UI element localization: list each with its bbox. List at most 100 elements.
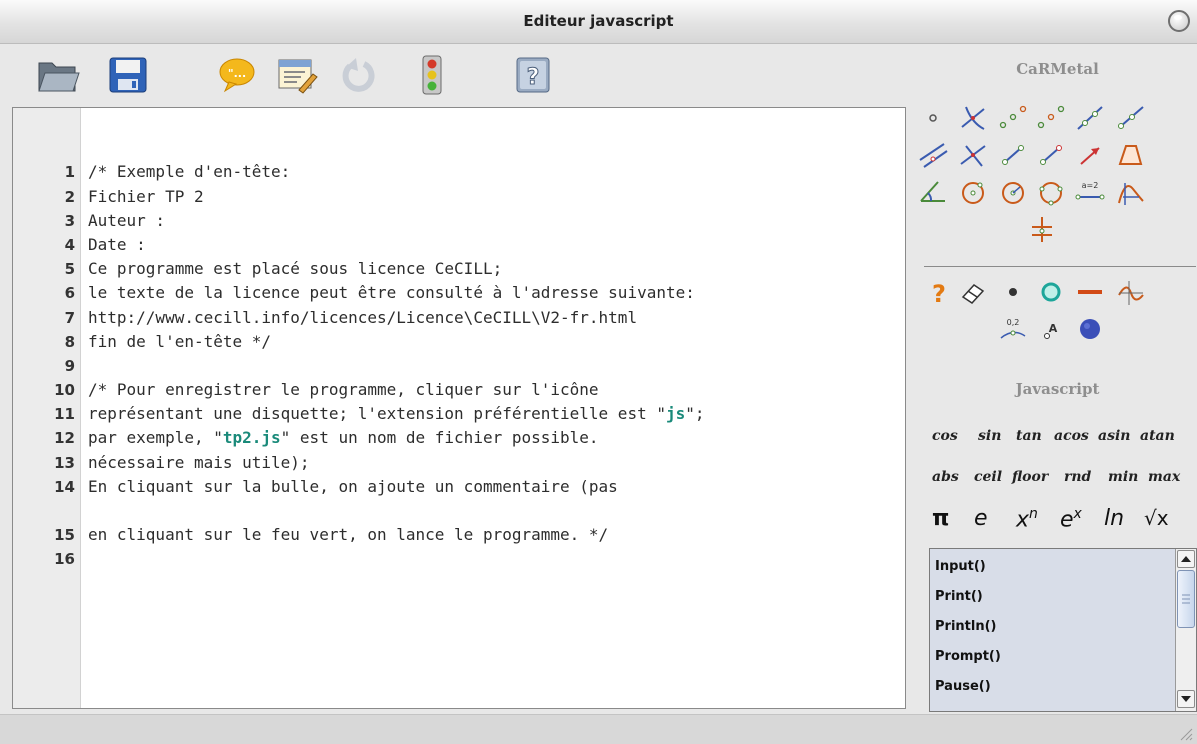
scroll-up-button[interactable]: [1177, 550, 1195, 568]
fn-abs[interactable]: abs: [932, 469, 959, 485]
symbol-e[interactable]: e: [974, 506, 988, 531]
code-line: 13: [13, 402, 905, 472]
parallel-tool-icon[interactable]: [918, 140, 948, 170]
symbol-pi[interactable]: π: [932, 506, 949, 531]
fn-rnd[interactable]: rnd: [1064, 469, 1091, 485]
editor-window-icon[interactable]: [275, 54, 319, 96]
fn-asin[interactable]: asin: [1098, 428, 1130, 444]
line-number: 16: [54, 550, 75, 569]
axis-tool-icon[interactable]: [1027, 214, 1057, 244]
symbol-exp[interactable]: ex: [1060, 506, 1082, 532]
code-line: 6 le texte de la licence peut être consu…: [13, 233, 905, 302]
symbol-ln[interactable]: ln: [1104, 506, 1124, 531]
code-line: 8 fin de l'en-tête */: [13, 281, 905, 351]
undo-arrow-icon[interactable]: [336, 54, 380, 96]
open-folder-icon[interactable]: [36, 54, 80, 96]
fn-tan[interactable]: tan: [1016, 428, 1042, 444]
code-line-text: en cliquant sur le feu vert, on lance le…: [88, 525, 609, 545]
point-style-icon[interactable]: [998, 277, 1028, 307]
fixed-segment-tool-icon[interactable]: [1036, 140, 1066, 170]
power-base: x: [1016, 507, 1030, 533]
line-style-icon[interactable]: [1075, 277, 1105, 307]
vector-tool-icon[interactable]: [1075, 140, 1105, 170]
svg-text:?: ?: [527, 65, 540, 90]
circle-three-points-tool-icon[interactable]: [1036, 177, 1066, 207]
locus-tool-icon[interactable]: [1115, 177, 1145, 207]
perpendicular-tool-icon[interactable]: [958, 140, 988, 170]
save-disk-icon[interactable]: [106, 54, 150, 96]
polygon-tool-icon[interactable]: [1115, 140, 1145, 170]
code-line: 4 Date :: [13, 185, 905, 254]
segment-tool-icon[interactable]: [998, 140, 1028, 170]
code-line: 12 par exemple, "tp2.js" est un nom de f…: [13, 378, 905, 447]
status-bar: [0, 714, 1197, 744]
code-editor[interactable]: 1 /* Exemple d'en-tête: 2 Fichier TP 2 3…: [12, 107, 906, 709]
window-close-button[interactable]: [1168, 10, 1190, 32]
list-item[interactable]: Prompt(): [935, 649, 1001, 664]
code-line-text-wrapped: nécessaire mais utile);: [88, 452, 310, 472]
code-line: 16: [13, 499, 905, 568]
fn-floor[interactable]: floor: [1012, 469, 1048, 485]
palette-separator: [924, 266, 1196, 267]
function-curve-icon[interactable]: [1115, 277, 1145, 307]
toolbar: "... ?: [0, 44, 915, 106]
code-line: 7 http://www.cecill.info/licences/Licenc…: [13, 257, 905, 327]
svg-text:?: ?: [932, 280, 946, 307]
traffic-light-run-icon[interactable]: [410, 54, 454, 96]
point-coord-label: 0,2: [1007, 318, 1020, 327]
question-mark-icon[interactable]: ?: [924, 277, 954, 308]
code-line: 9: [13, 306, 905, 375]
circle-style-icon[interactable]: [1036, 277, 1066, 307]
point-on-object-icon[interactable]: 0,2: [998, 314, 1028, 344]
list-scrollbar[interactable]: [1175, 549, 1196, 711]
code-line: 15 en cliquant sur le feu vert, on lance…: [13, 475, 905, 544]
intersection-tool-icon[interactable]: [958, 103, 988, 133]
svg-text:A: A: [1049, 322, 1058, 335]
svg-text:"...: "...: [228, 67, 246, 80]
help-icon[interactable]: ?: [512, 54, 556, 96]
power-exponent: n: [1029, 506, 1038, 522]
comment-bubble-icon[interactable]: "...: [215, 54, 259, 96]
eraser-icon[interactable]: [958, 277, 988, 307]
window-title-bar[interactable]: Editeur javascript: [0, 0, 1197, 44]
symbol-sqrt[interactable]: √x: [1144, 506, 1169, 530]
line-tool-icon[interactable]: [1075, 103, 1105, 133]
code-line: 2 Fichier TP 2: [13, 136, 905, 206]
list-item[interactable]: Input(): [935, 559, 986, 574]
ray-tool-icon[interactable]: [1115, 103, 1145, 133]
circle-radius-tool-icon[interactable]: [998, 177, 1028, 207]
list-item[interactable]: Println(): [935, 619, 996, 634]
code-line: 11 représentant une disquette; l'extensi…: [13, 354, 905, 423]
exp-base: e: [1060, 507, 1074, 533]
code-line: 14 En cliquant sur la bulle, on ajoute u…: [13, 426, 905, 496]
exp-exponent: x: [1073, 506, 1082, 522]
fn-acos[interactable]: acos: [1054, 428, 1089, 444]
text-label-icon[interactable]: A: [1036, 314, 1066, 344]
fn-sin[interactable]: sin: [978, 428, 1001, 444]
code-text-area[interactable]: 1 /* Exemple d'en-tête: 2 Fichier TP 2 3…: [13, 112, 905, 568]
midpoint-tool-icon[interactable]: [998, 103, 1028, 133]
fn-min[interactable]: min: [1108, 469, 1138, 485]
resize-grip-icon[interactable]: [1179, 727, 1193, 741]
scroll-down-button[interactable]: [1177, 690, 1195, 708]
point-tool-icon[interactable]: [918, 103, 948, 133]
fn-max[interactable]: max: [1148, 469, 1180, 485]
carmetal-header: CaRMetal: [1016, 60, 1099, 78]
list-item[interactable]: Print(): [935, 589, 983, 604]
list-item[interactable]: Pause(): [935, 679, 991, 694]
symbol-power[interactable]: xn: [1016, 506, 1038, 532]
symmetry-tool-icon[interactable]: [1036, 103, 1066, 133]
fixed-length-segment-tool-icon[interactable]: a=2: [1075, 177, 1105, 207]
circle-tool-icon[interactable]: [958, 177, 988, 207]
javascript-header: Javascript: [1015, 380, 1100, 398]
tool-palette: CaRMetal a=2 ? 0,2 A Javascript cos sin …: [918, 44, 1197, 714]
fn-atan[interactable]: atan: [1140, 428, 1175, 444]
scroll-thumb[interactable]: [1177, 570, 1195, 628]
code-line: 10 /* Pour enregistrer le programme, cli…: [13, 330, 905, 399]
function-list[interactable]: Input() Print() Println() Prompt() Pause…: [929, 548, 1197, 712]
code-line: 3 Auteur :: [13, 160, 905, 230]
angle-tool-icon[interactable]: [918, 177, 948, 207]
fn-cos[interactable]: cos: [932, 428, 958, 444]
fn-ceil[interactable]: ceil: [974, 469, 1002, 485]
color-dot-icon[interactable]: [1075, 314, 1105, 344]
